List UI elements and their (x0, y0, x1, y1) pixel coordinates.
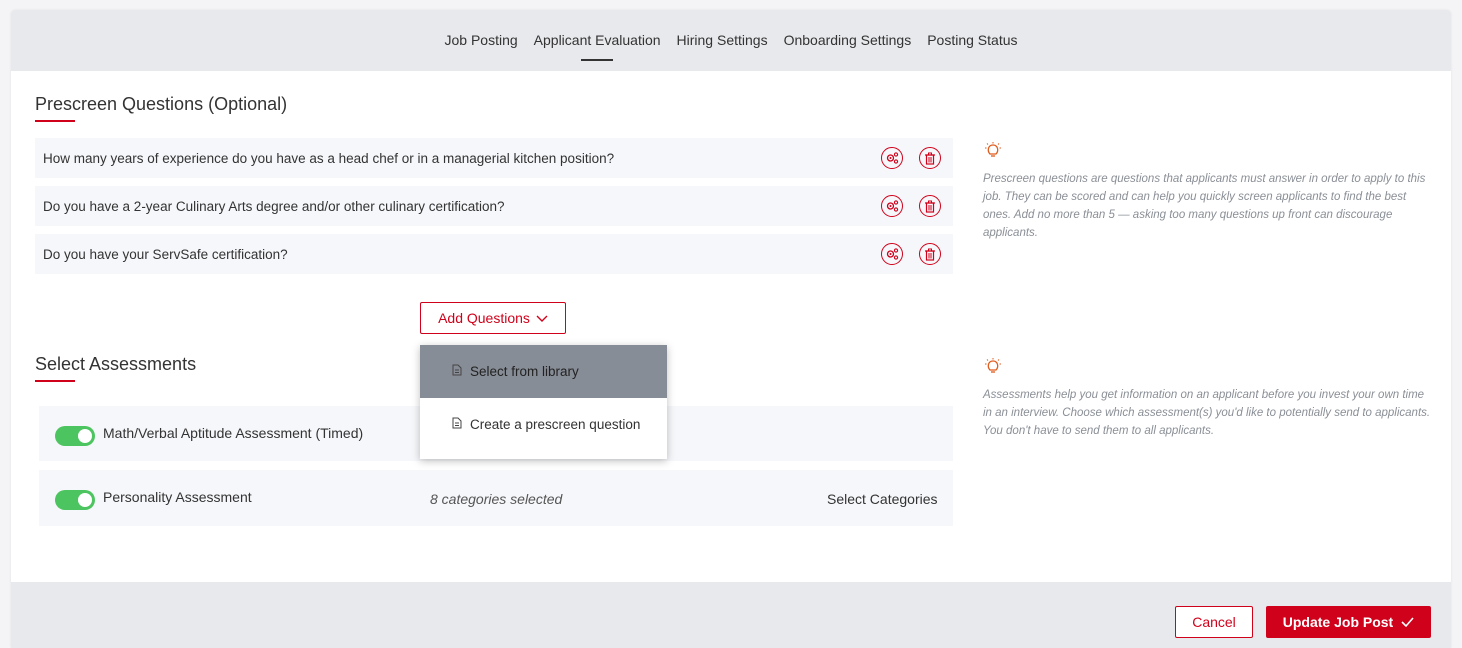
assessment-toggle[interactable] (55, 426, 95, 446)
assessment-toggle[interactable] (55, 490, 95, 510)
tab-bar: Job Posting Applicant Evaluation Hiring … (11, 10, 1451, 71)
prescreen-question-row: Do you have a 2-year Culinary Arts degre… (35, 186, 953, 226)
tab-applicant-evaluation[interactable]: Applicant Evaluation (534, 10, 661, 71)
question-settings-icon[interactable] (881, 243, 903, 265)
prescreen-title: Prescreen Questions (Optional) (35, 94, 288, 114)
job-post-editor: Job Posting Applicant Evaluation Hiring … (11, 10, 1451, 648)
assessments-title: Select Assessments (35, 354, 197, 374)
tab-hiring-settings[interactable]: Hiring Settings (677, 10, 768, 71)
menu-item-create-prescreen-question[interactable]: Create a prescreen question (420, 398, 667, 451)
footer-bar: Cancel Update Job Post (11, 582, 1451, 648)
assessment-row: Personality Assessment 8 categories sele… (39, 470, 953, 526)
menu-item-label: Select from library (470, 364, 579, 379)
categories-selected-status: 8 categories selected (430, 491, 563, 507)
prescreen-question-row: How many years of experience do you have… (35, 138, 953, 178)
assessments-tip-text: Assessments help you get information on … (983, 389, 1431, 437)
cancel-button[interactable]: Cancel (1175, 606, 1253, 638)
select-categories-link[interactable]: Select Categories (827, 491, 938, 507)
question-settings-icon[interactable] (881, 147, 903, 169)
prescreen-question-row: Do you have your ServSafe certification? (35, 234, 953, 274)
checkmark-icon (1401, 614, 1414, 630)
question-delete-icon[interactable] (919, 243, 941, 265)
add-questions-label: Add Questions (438, 310, 530, 326)
question-settings-icon[interactable] (881, 195, 903, 217)
update-job-post-label: Update Job Post (1282, 614, 1394, 630)
question-text: Do you have your ServSafe certification? (43, 246, 288, 262)
assessments-title-underline (35, 380, 75, 382)
chevron-down-icon (536, 310, 548, 326)
question-delete-icon[interactable] (919, 147, 941, 169)
prescreen-tip-text: Prescreen questions are questions that a… (983, 173, 1426, 239)
assessments-tip: Assessments help you get information on … (983, 358, 1433, 440)
document-icon (452, 364, 462, 379)
tab-job-posting[interactable]: Job Posting (444, 10, 517, 71)
lightbulb-icon (983, 142, 1003, 163)
update-job-post-button[interactable]: Update Job Post (1266, 606, 1431, 638)
question-text: Do you have a 2-year Culinary Arts degre… (43, 198, 505, 214)
lightbulb-icon (983, 358, 1003, 379)
question-delete-icon[interactable] (919, 195, 941, 217)
question-text: How many years of experience do you have… (43, 150, 615, 166)
menu-item-select-from-library[interactable]: Select from library (420, 345, 667, 398)
assessment-label: Math/Verbal Aptitude Assessment (Timed) (103, 425, 364, 441)
add-questions-button[interactable]: Add Questions (420, 302, 566, 334)
assessment-label: Personality Assessment (103, 489, 252, 505)
prescreen-title-underline (35, 120, 75, 122)
add-questions-menu: Select from library Create a prescreen q… (420, 345, 667, 459)
document-icon (452, 417, 462, 432)
prescreen-tip: Prescreen questions are questions that a… (983, 142, 1433, 242)
tab-posting-status[interactable]: Posting Status (927, 10, 1017, 71)
tab-onboarding-settings[interactable]: Onboarding Settings (784, 10, 912, 71)
menu-item-label: Create a prescreen question (470, 417, 641, 432)
